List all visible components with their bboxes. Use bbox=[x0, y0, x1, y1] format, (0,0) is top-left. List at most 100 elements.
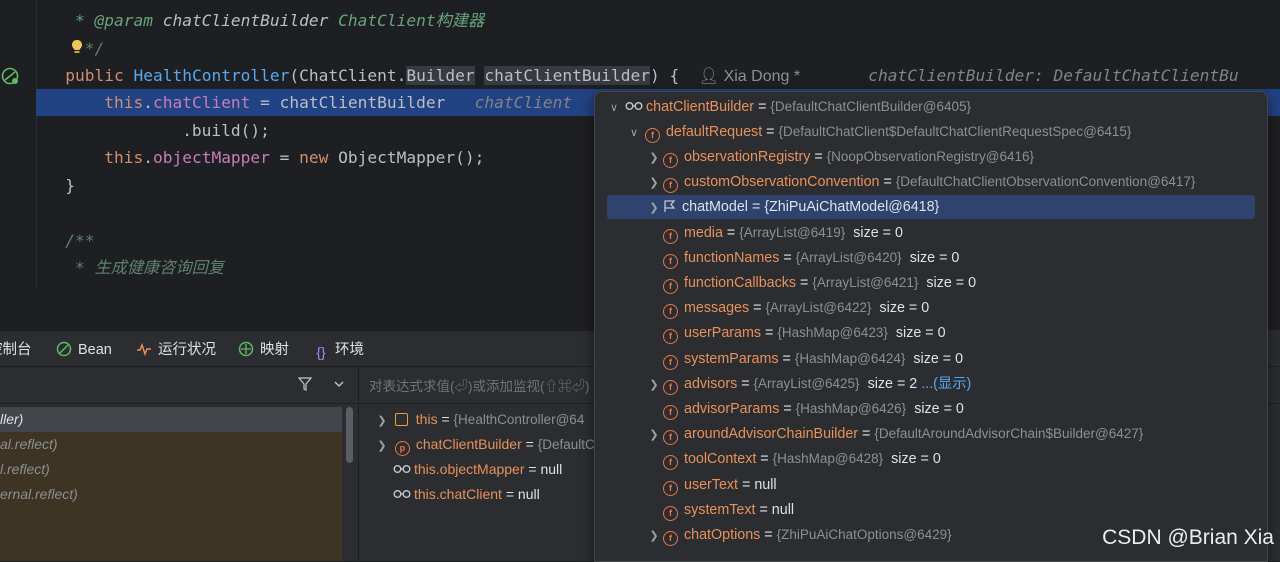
keyword-public: public bbox=[65, 66, 124, 85]
frame-item[interactable]: ller) bbox=[0, 407, 342, 432]
chevron-down-icon[interactable] bbox=[333, 379, 345, 389]
services-tabs: 控制台 Bean 运行状况 映射 {} 环境 bbox=[0, 330, 600, 367]
node-content: f toolContext = {HashMap@6428} size = 0 bbox=[647, 447, 941, 471]
node-content: ❯ f observationRegistry = {NoopObservation… bbox=[647, 145, 1034, 170]
node-content: ❯ chatModel = {ZhiPuAiChatModel@6418} bbox=[647, 195, 939, 220]
param-type-builder: Builder bbox=[406, 66, 475, 85]
node-ref: {NoopObservationRegistry@6416} bbox=[826, 149, 1034, 164]
node-ref: {ArrayList@6420} bbox=[795, 249, 902, 265]
node-ref: {ZhiPuAiChatModel@6418} bbox=[764, 199, 940, 216]
tab-health-label: 运行状况 bbox=[158, 342, 216, 358]
node-name: advisorParams bbox=[684, 401, 780, 417]
node-content: f functionCallbacks = {ArrayList@6421} siz… bbox=[647, 271, 976, 295]
code-line-2: */ bbox=[36, 35, 105, 62]
equals-sign: = bbox=[779, 249, 796, 266]
equals-sign: = bbox=[755, 501, 772, 518]
variable-row[interactable]: ❯ this = {HealthController@64 bbox=[375, 407, 584, 432]
node-content: f media = {ArrayList@6419} size = 0 bbox=[647, 221, 903, 245]
node-ref: {DefaultChatClient$DefaultChatClientRequ… bbox=[778, 124, 1132, 139]
chevron-right-icon[interactable]: ❯ bbox=[375, 434, 389, 459]
javadoc-start: /** bbox=[65, 231, 95, 250]
tab-bean[interactable]: Bean bbox=[56, 340, 112, 360]
node-size: size = 0 bbox=[926, 275, 977, 291]
node-name: chatClientBuilder bbox=[645, 99, 755, 115]
author-hint[interactable]: 👤︎ Xia Dong * bbox=[699, 68, 800, 85]
equals-sign: = bbox=[760, 527, 777, 543]
filter-icon[interactable] bbox=[298, 377, 312, 391]
node-ref: {ArrayList@6419} bbox=[739, 224, 846, 240]
field-objectmapper: objectMapper bbox=[152, 148, 270, 167]
chevron-down-icon[interactable]: ∨ bbox=[607, 96, 621, 120]
tab-mappings[interactable]: 映射 bbox=[238, 340, 289, 360]
node-size: size = 0 bbox=[913, 350, 964, 367]
field-icon: f bbox=[663, 178, 678, 194]
env-icon: {} bbox=[316, 344, 326, 360]
code-line-6: this.objectMapper = new ObjectMapper(); bbox=[104, 148, 485, 167]
node-ref: {ArrayList@6421} bbox=[812, 275, 919, 290]
tree-node-field[interactable]: ❯ chatModel = {ZhiPuAiChatModel@6418} bbox=[607, 195, 1255, 220]
node-content: f advisorParams = {HashMap@6426} size = 0 bbox=[647, 397, 964, 421]
variable-name: chatClientBuilder bbox=[415, 436, 522, 452]
chevron-right-icon[interactable]: ❯ bbox=[647, 373, 661, 397]
chevron-right-icon[interactable]: ❯ bbox=[647, 524, 661, 548]
evaluate-expression-input[interactable]: 对表达式求值(⏎)或添加监视(⇧⌘⏎) bbox=[369, 375, 589, 395]
node-ref: {ArrayList@6422} bbox=[765, 300, 872, 316]
variable-value: null bbox=[517, 486, 540, 502]
mapping-icon bbox=[238, 341, 254, 357]
tab-environment[interactable]: {} 环境 bbox=[313, 340, 364, 360]
node-size: size = 0 bbox=[895, 325, 946, 342]
field-icon: f bbox=[663, 329, 678, 345]
node-name: functionNames bbox=[684, 249, 780, 266]
tab-console[interactable]: 控制台 bbox=[0, 340, 32, 360]
watch-glasses-icon bbox=[393, 465, 411, 473]
variable-row[interactable]: ❯ p chatClientBuilder = {DefaultC bbox=[375, 432, 595, 457]
node-size: size = 0 bbox=[909, 249, 960, 266]
chevron-down-icon[interactable]: ∨ bbox=[627, 121, 641, 145]
javadoc-tag: * @param bbox=[74, 11, 153, 30]
variable-row[interactable]: this.objectMapper = null bbox=[393, 457, 562, 482]
chevron-right-icon[interactable]: ❯ bbox=[647, 196, 661, 220]
node-name: functionCallbacks bbox=[684, 275, 797, 291]
chevron-right-icon[interactable]: ❯ bbox=[647, 423, 661, 447]
frame-item[interactable]: ernal.reflect) bbox=[0, 482, 342, 507]
code-line-1: * @param chatClientBuilder ChatClient构建器 bbox=[36, 7, 484, 34]
chevron-right-icon[interactable]: ❯ bbox=[647, 146, 661, 170]
code-line-3: public HealthController(ChatClient.Build… bbox=[36, 62, 1239, 89]
field-icon: f bbox=[663, 304, 678, 320]
chevron-right-icon[interactable]: ❯ bbox=[375, 409, 389, 434]
list-icon bbox=[394, 413, 408, 426]
node-name: userText bbox=[684, 476, 739, 493]
inline-debug-popup[interactable]: ∨ chatClientBuilder = {DefaultChatClient… bbox=[594, 91, 1268, 562]
bean-icon bbox=[56, 341, 72, 357]
node-name: systemParams bbox=[684, 350, 779, 367]
node-content: ❯ f customObservationConvention = {Default… bbox=[647, 170, 1195, 195]
author-name: Xia Dong * bbox=[723, 68, 801, 85]
paren-close: ) { bbox=[650, 66, 680, 85]
variable-row[interactable]: this.chatClient = null bbox=[393, 482, 540, 507]
bean-gutter-icon[interactable] bbox=[0, 66, 20, 86]
field-chatclient: chatClient bbox=[152, 93, 251, 112]
node-name: defaultRequest bbox=[665, 124, 763, 140]
frame-item[interactable]: al.reflect) bbox=[0, 432, 342, 457]
frame-text: ller) bbox=[0, 411, 24, 427]
node-size: size = 0 bbox=[853, 224, 903, 241]
constructor-name: HealthController bbox=[133, 66, 290, 85]
frames-scrollbar[interactable] bbox=[346, 407, 353, 463]
flag-icon bbox=[661, 199, 682, 215]
frames-toolbar bbox=[0, 367, 358, 404]
chevron-right-icon[interactable]: ❯ bbox=[647, 171, 661, 195]
param-type-prefix: (ChatClient. bbox=[289, 66, 407, 85]
tab-health[interactable]: 运行状况 bbox=[136, 340, 216, 360]
show-more-link[interactable]: ...(显示) bbox=[921, 376, 971, 392]
node-content: f userParams = {HashMap@6423} size = 0 bbox=[647, 321, 946, 345]
node-value: null bbox=[754, 476, 777, 493]
tab-console-label: 控制台 bbox=[0, 342, 32, 358]
equals-sign: = bbox=[738, 476, 755, 493]
variable-name: this.objectMapper bbox=[414, 461, 525, 477]
equals-sign: = bbox=[747, 199, 765, 216]
frame-item[interactable]: l.reflect) bbox=[0, 457, 342, 482]
tree-node-defaultrequest[interactable]: ∨ f defaultRequest = {DefaultChatClient$D… bbox=[627, 120, 1131, 144]
node-size: size = 0 bbox=[879, 300, 930, 317]
node-name: messages bbox=[684, 300, 750, 317]
tree-node-root[interactable]: ∨ chatClientBuilder = {DefaultChatClient… bbox=[607, 95, 971, 119]
